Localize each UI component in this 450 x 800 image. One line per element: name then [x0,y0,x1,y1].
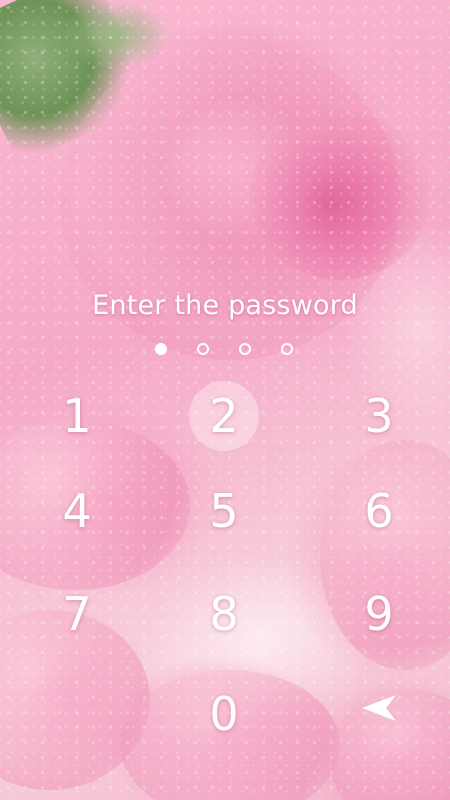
pin-indicator [0,343,450,361]
key-7[interactable]: 7 [42,579,112,649]
back-arrow-icon [362,695,396,721]
key-3[interactable]: 3 [344,381,414,451]
key-6[interactable]: 6 [344,476,414,546]
backspace-button[interactable] [360,693,400,723]
key-2[interactable]: 2 [189,381,259,451]
key-4[interactable]: 4 [42,476,112,546]
pin-dot [155,343,167,355]
pin-dot [239,343,251,355]
key-0[interactable]: 0 [189,679,259,749]
pin-dot [197,343,209,355]
pin-dot [281,343,293,355]
key-9[interactable]: 9 [344,579,414,649]
key-8[interactable]: 8 [189,579,259,649]
key-5[interactable]: 5 [189,476,259,546]
password-prompt: Enter the password [92,290,358,321]
key-1[interactable]: 1 [42,381,112,451]
